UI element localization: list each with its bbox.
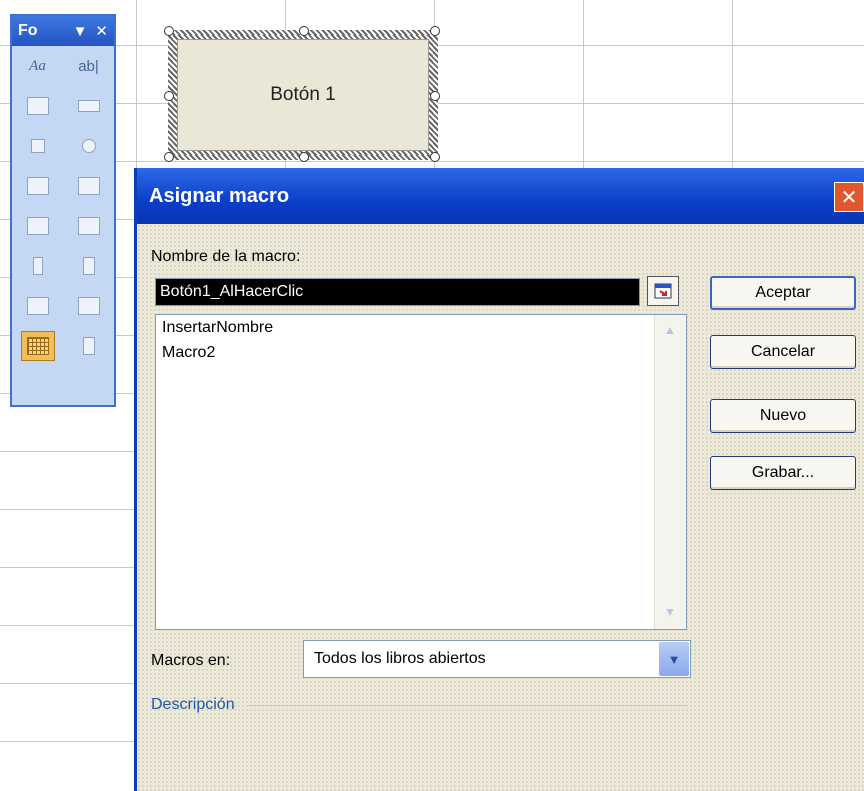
scroll-up-icon[interactable]: ▲ — [661, 323, 679, 339]
assign-macro-dialog: Asignar macro ✕ Nombre de la macro: Botó… — [134, 168, 864, 791]
list-box-tool[interactable] — [21, 171, 55, 201]
resize-handle[interactable] — [164, 91, 174, 101]
toolbar-close-icon[interactable]: ✕ — [95, 22, 108, 40]
list-box-icon — [26, 177, 49, 195]
spinner-icon — [82, 257, 95, 275]
macro-list[interactable]: InsertarNombre Macro2 ▲ ▼ — [155, 314, 687, 630]
forms-toolbar-titlebar[interactable]: Fo ▼ ✕ — [12, 16, 114, 46]
dialog-titlebar[interactable]: Asignar macro ✕ — [137, 168, 864, 224]
dialog-close-button[interactable]: ✕ — [834, 182, 864, 212]
toolbar-dropdown-icon[interactable]: ▼ — [73, 23, 88, 40]
edit-code-icon — [77, 297, 100, 315]
combo-box-icon — [77, 177, 100, 195]
combo-dropdown-edit-icon — [77, 217, 100, 235]
checkbox-icon — [30, 139, 45, 153]
edit-box-tool-icon: ab| — [78, 57, 99, 75]
button-tool[interactable] — [72, 91, 106, 121]
group-box-tool[interactable] — [21, 91, 55, 121]
grid-icon — [26, 337, 49, 355]
forms-toolbar-title: Fo — [18, 22, 38, 39]
description-divider — [247, 705, 687, 706]
combo-box-tool[interactable] — [72, 171, 106, 201]
macros-in-value: Todos los libros abiertos — [314, 650, 486, 667]
resize-handle[interactable] — [430, 26, 440, 36]
cancel-button[interactable]: Cancelar — [710, 335, 856, 369]
radio-icon — [81, 139, 96, 153]
control-properties-tool[interactable] — [21, 291, 55, 321]
resize-handle[interactable] — [164, 26, 174, 36]
scroll-bar-icon — [32, 257, 43, 275]
scroll-bar-tool[interactable] — [21, 251, 55, 281]
resize-handle[interactable] — [299, 26, 309, 36]
list-item[interactable]: InsertarNombre — [156, 315, 686, 340]
resize-handle[interactable] — [430, 152, 440, 162]
label-tool[interactable]: Aa — [21, 51, 55, 81]
combo-list-edit-tool[interactable] — [21, 211, 55, 241]
macros-in-label: Macros en: — [151, 652, 231, 669]
resize-handle[interactable] — [164, 152, 174, 162]
macro-name-label: Nombre de la macro: — [151, 248, 301, 265]
toggle-grid-tool[interactable] — [20, 331, 55, 361]
list-item[interactable]: Macro2 — [156, 340, 686, 365]
collapse-dialog-icon — [654, 283, 672, 299]
dialog-title: Asignar macro — [149, 184, 290, 207]
record-button[interactable]: Grabar... — [710, 456, 856, 490]
edit-box-tool[interactable]: ab| — [72, 51, 106, 81]
properties-icon — [26, 297, 49, 315]
resize-handle[interactable] — [430, 91, 440, 101]
combo-list-edit-icon — [26, 217, 49, 235]
scroll-down-icon[interactable]: ▼ — [661, 605, 679, 621]
checkbox-tool[interactable] — [21, 131, 55, 161]
ok-button[interactable]: Aceptar — [710, 276, 856, 310]
sheet-form-button[interactable]: Botón 1 — [177, 39, 429, 151]
macros-in-select[interactable]: Todos los libros abiertos ▼ — [303, 640, 691, 678]
run-dialog-icon — [82, 337, 95, 355]
forms-toolbar: Fo ▼ ✕ Aa ab| — [10, 14, 116, 407]
list-scrollbar[interactable]: ▲ ▼ — [654, 315, 686, 629]
group-box-icon — [26, 97, 49, 115]
close-icon: ✕ — [840, 186, 858, 209]
resize-handle[interactable] — [299, 152, 309, 162]
chevron-down-icon[interactable]: ▼ — [659, 642, 689, 676]
collapse-dialog-button[interactable] — [647, 276, 679, 306]
new-button[interactable]: Nuevo — [710, 399, 856, 433]
spinner-tool[interactable] — [72, 251, 106, 281]
edit-code-tool[interactable] — [72, 291, 106, 321]
button-icon — [77, 100, 100, 112]
option-button-tool[interactable] — [72, 131, 106, 161]
description-label: Descripción — [151, 696, 235, 713]
macro-name-input[interactable]: Botón1_AlHacerClic — [155, 278, 640, 306]
selected-control-frame[interactable]: Botón 1 — [168, 30, 438, 160]
run-dialog-tool[interactable] — [72, 331, 106, 361]
label-tool-icon: Aa — [29, 57, 46, 74]
combo-dropdown-edit-tool[interactable] — [72, 211, 106, 241]
